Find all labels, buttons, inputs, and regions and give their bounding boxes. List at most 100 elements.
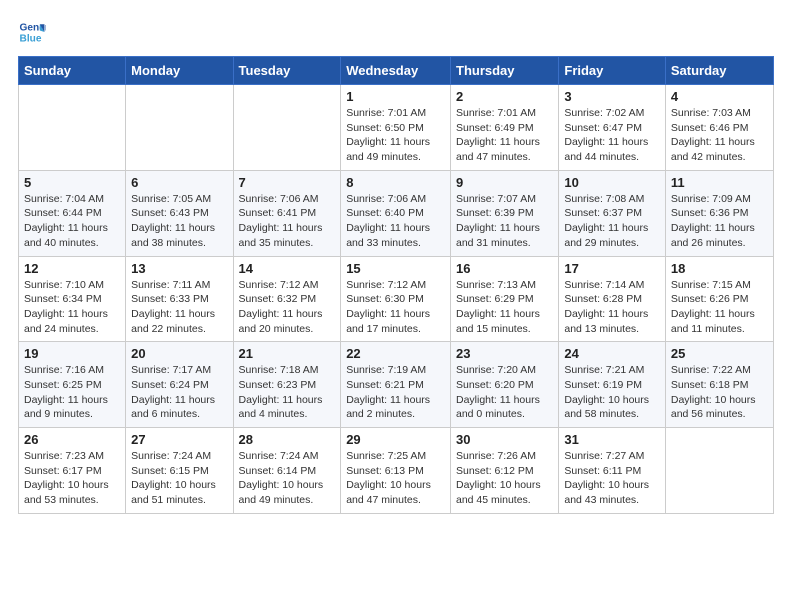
day-number: 9 <box>456 175 553 190</box>
calendar-cell: 27 Sunrise: 7:24 AM Sunset: 6:15 PM Dayli… <box>126 428 233 514</box>
day-number: 8 <box>346 175 445 190</box>
calendar-cell: 8 Sunrise: 7:06 AM Sunset: 6:40 PM Daylig… <box>341 170 451 256</box>
calendar-cell: 28 Sunrise: 7:24 AM Sunset: 6:14 PM Dayli… <box>233 428 341 514</box>
calendar-cell <box>19 85 126 171</box>
weekday-header-friday: Friday <box>559 57 666 85</box>
day-number: 29 <box>346 432 445 447</box>
calendar-cell: 16 Sunrise: 7:13 AM Sunset: 6:29 PM Dayli… <box>451 256 559 342</box>
calendar-cell: 6 Sunrise: 7:05 AM Sunset: 6:43 PM Daylig… <box>126 170 233 256</box>
day-number: 11 <box>671 175 768 190</box>
day-info: Sunrise: 7:26 AM Sunset: 6:12 PM Dayligh… <box>456 449 553 508</box>
calendar-cell: 13Sunrise: 7:11 AM Sunset: 6:33 PM Dayli… <box>126 256 233 342</box>
calendar-cell: 2 Sunrise: 7:01 AM Sunset: 6:49 PM Daylig… <box>451 85 559 171</box>
calendar-cell <box>126 85 233 171</box>
day-number: 2 <box>456 89 553 104</box>
weekday-header-saturday: Saturday <box>665 57 773 85</box>
day-info: Sunrise: 7:06 AM Sunset: 6:41 PM Dayligh… <box>239 192 336 251</box>
day-info: Sunrise: 7:17 AM Sunset: 6:24 PM Dayligh… <box>131 363 227 422</box>
weekday-header-row: SundayMondayTuesdayWednesdayThursdayFrid… <box>19 57 774 85</box>
day-info: Sunrise: 7:24 AM Sunset: 6:15 PM Dayligh… <box>131 449 227 508</box>
day-info: Sunrise: 7:14 AM Sunset: 6:28 PM Dayligh… <box>564 278 660 337</box>
day-number: 14 <box>239 261 336 276</box>
day-number: 16 <box>456 261 553 276</box>
calendar-cell: 24Sunrise: 7:21 AM Sunset: 6:19 PM Dayli… <box>559 342 666 428</box>
day-number: 31 <box>564 432 660 447</box>
day-number: 7 <box>239 175 336 190</box>
calendar-cell: 4 Sunrise: 7:03 AM Sunset: 6:46 PM Daylig… <box>665 85 773 171</box>
day-info: Sunrise: 7:12 AM Sunset: 6:32 PM Dayligh… <box>239 278 336 337</box>
week-row-3: 12 Sunrise: 7:10 AM Sunset: 6:34 PM Dayli… <box>19 256 774 342</box>
day-number: 4 <box>671 89 768 104</box>
calendar-cell: 30Sunrise: 7:26 AM Sunset: 6:12 PM Dayli… <box>451 428 559 514</box>
day-number: 20 <box>131 346 227 361</box>
day-info: Sunrise: 7:15 AM Sunset: 6:26 PM Dayligh… <box>671 278 768 337</box>
weekday-header-sunday: Sunday <box>19 57 126 85</box>
day-info: Sunrise: 7:09 AM Sunset: 6:36 PM Dayligh… <box>671 192 768 251</box>
calendar-cell: 26 Sunrise: 7:23 AM Sunset: 6:17 PM Dayli… <box>19 428 126 514</box>
logo-icon: General Blue <box>18 18 46 46</box>
day-info: Sunrise: 7:06 AM Sunset: 6:40 PM Dayligh… <box>346 192 445 251</box>
calendar-cell: 7 Sunrise: 7:06 AM Sunset: 6:41 PM Daylig… <box>233 170 341 256</box>
day-number: 15 <box>346 261 445 276</box>
day-number: 26 <box>24 432 120 447</box>
calendar-cell: 19Sunrise: 7:16 AM Sunset: 6:25 PM Dayli… <box>19 342 126 428</box>
day-info: Sunrise: 7:24 AM Sunset: 6:14 PM Dayligh… <box>239 449 336 508</box>
day-number: 25 <box>671 346 768 361</box>
week-row-5: 26 Sunrise: 7:23 AM Sunset: 6:17 PM Dayli… <box>19 428 774 514</box>
day-info: Sunrise: 7:27 AM Sunset: 6:11 PM Dayligh… <box>564 449 660 508</box>
calendar-cell: 18 Sunrise: 7:15 AM Sunset: 6:26 PM Dayli… <box>665 256 773 342</box>
day-number: 28 <box>239 432 336 447</box>
day-info: Sunrise: 7:11 AM Sunset: 6:33 PM Dayligh… <box>131 278 227 337</box>
calendar-cell: 9 Sunrise: 7:07 AM Sunset: 6:39 PM Daylig… <box>451 170 559 256</box>
svg-text:Blue: Blue <box>20 33 42 44</box>
day-number: 17 <box>564 261 660 276</box>
week-row-1: 1Sunrise: 7:01 AM Sunset: 6:50 PM Daylig… <box>19 85 774 171</box>
day-info: Sunrise: 7:10 AM Sunset: 6:34 PM Dayligh… <box>24 278 120 337</box>
day-info: Sunrise: 7:04 AM Sunset: 6:44 PM Dayligh… <box>24 192 120 251</box>
day-info: Sunrise: 7:12 AM Sunset: 6:30 PM Dayligh… <box>346 278 445 337</box>
day-info: Sunrise: 7:22 AM Sunset: 6:18 PM Dayligh… <box>671 363 768 422</box>
day-info: Sunrise: 7:07 AM Sunset: 6:39 PM Dayligh… <box>456 192 553 251</box>
calendar-cell: 17 Sunrise: 7:14 AM Sunset: 6:28 PM Dayli… <box>559 256 666 342</box>
calendar: SundayMondayTuesdayWednesdayThursdayFrid… <box>18 56 774 514</box>
day-info: Sunrise: 7:23 AM Sunset: 6:17 PM Dayligh… <box>24 449 120 508</box>
day-info: Sunrise: 7:20 AM Sunset: 6:20 PM Dayligh… <box>456 363 553 422</box>
day-number: 19 <box>24 346 120 361</box>
day-info: Sunrise: 7:19 AM Sunset: 6:21 PM Dayligh… <box>346 363 445 422</box>
calendar-cell: 1Sunrise: 7:01 AM Sunset: 6:50 PM Daylig… <box>341 85 451 171</box>
weekday-header-wednesday: Wednesday <box>341 57 451 85</box>
calendar-cell: 25 Sunrise: 7:22 AM Sunset: 6:18 PM Dayli… <box>665 342 773 428</box>
day-info: Sunrise: 7:25 AM Sunset: 6:13 PM Dayligh… <box>346 449 445 508</box>
header: General Blue <box>18 18 774 46</box>
day-info: Sunrise: 7:05 AM Sunset: 6:43 PM Dayligh… <box>131 192 227 251</box>
day-number: 12 <box>24 261 120 276</box>
calendar-cell: 21 Sunrise: 7:18 AM Sunset: 6:23 PM Dayli… <box>233 342 341 428</box>
week-row-4: 19Sunrise: 7:16 AM Sunset: 6:25 PM Dayli… <box>19 342 774 428</box>
weekday-header-thursday: Thursday <box>451 57 559 85</box>
day-number: 21 <box>239 346 336 361</box>
day-number: 6 <box>131 175 227 190</box>
calendar-cell <box>233 85 341 171</box>
weekday-header-monday: Monday <box>126 57 233 85</box>
calendar-cell: 29 Sunrise: 7:25 AM Sunset: 6:13 PM Dayli… <box>341 428 451 514</box>
calendar-cell: 3Sunrise: 7:02 AM Sunset: 6:47 PM Daylig… <box>559 85 666 171</box>
day-info: Sunrise: 7:01 AM Sunset: 6:49 PM Dayligh… <box>456 106 553 165</box>
day-info: Sunrise: 7:02 AM Sunset: 6:47 PM Dayligh… <box>564 106 660 165</box>
day-info: Sunrise: 7:03 AM Sunset: 6:46 PM Dayligh… <box>671 106 768 165</box>
day-number: 1 <box>346 89 445 104</box>
day-number: 24 <box>564 346 660 361</box>
day-info: Sunrise: 7:18 AM Sunset: 6:23 PM Dayligh… <box>239 363 336 422</box>
day-info: Sunrise: 7:13 AM Sunset: 6:29 PM Dayligh… <box>456 278 553 337</box>
day-number: 27 <box>131 432 227 447</box>
calendar-cell: 14 Sunrise: 7:12 AM Sunset: 6:32 PM Dayli… <box>233 256 341 342</box>
calendar-cell: 23Sunrise: 7:20 AM Sunset: 6:20 PM Dayli… <box>451 342 559 428</box>
week-row-2: 5Sunrise: 7:04 AM Sunset: 6:44 PM Daylig… <box>19 170 774 256</box>
day-number: 22 <box>346 346 445 361</box>
day-info: Sunrise: 7:08 AM Sunset: 6:37 PM Dayligh… <box>564 192 660 251</box>
day-number: 18 <box>671 261 768 276</box>
day-number: 10 <box>564 175 660 190</box>
calendar-cell: 31 Sunrise: 7:27 AM Sunset: 6:11 PM Dayli… <box>559 428 666 514</box>
weekday-header-tuesday: Tuesday <box>233 57 341 85</box>
calendar-cell: 22 Sunrise: 7:19 AM Sunset: 6:21 PM Dayli… <box>341 342 451 428</box>
calendar-cell: 12 Sunrise: 7:10 AM Sunset: 6:34 PM Dayli… <box>19 256 126 342</box>
